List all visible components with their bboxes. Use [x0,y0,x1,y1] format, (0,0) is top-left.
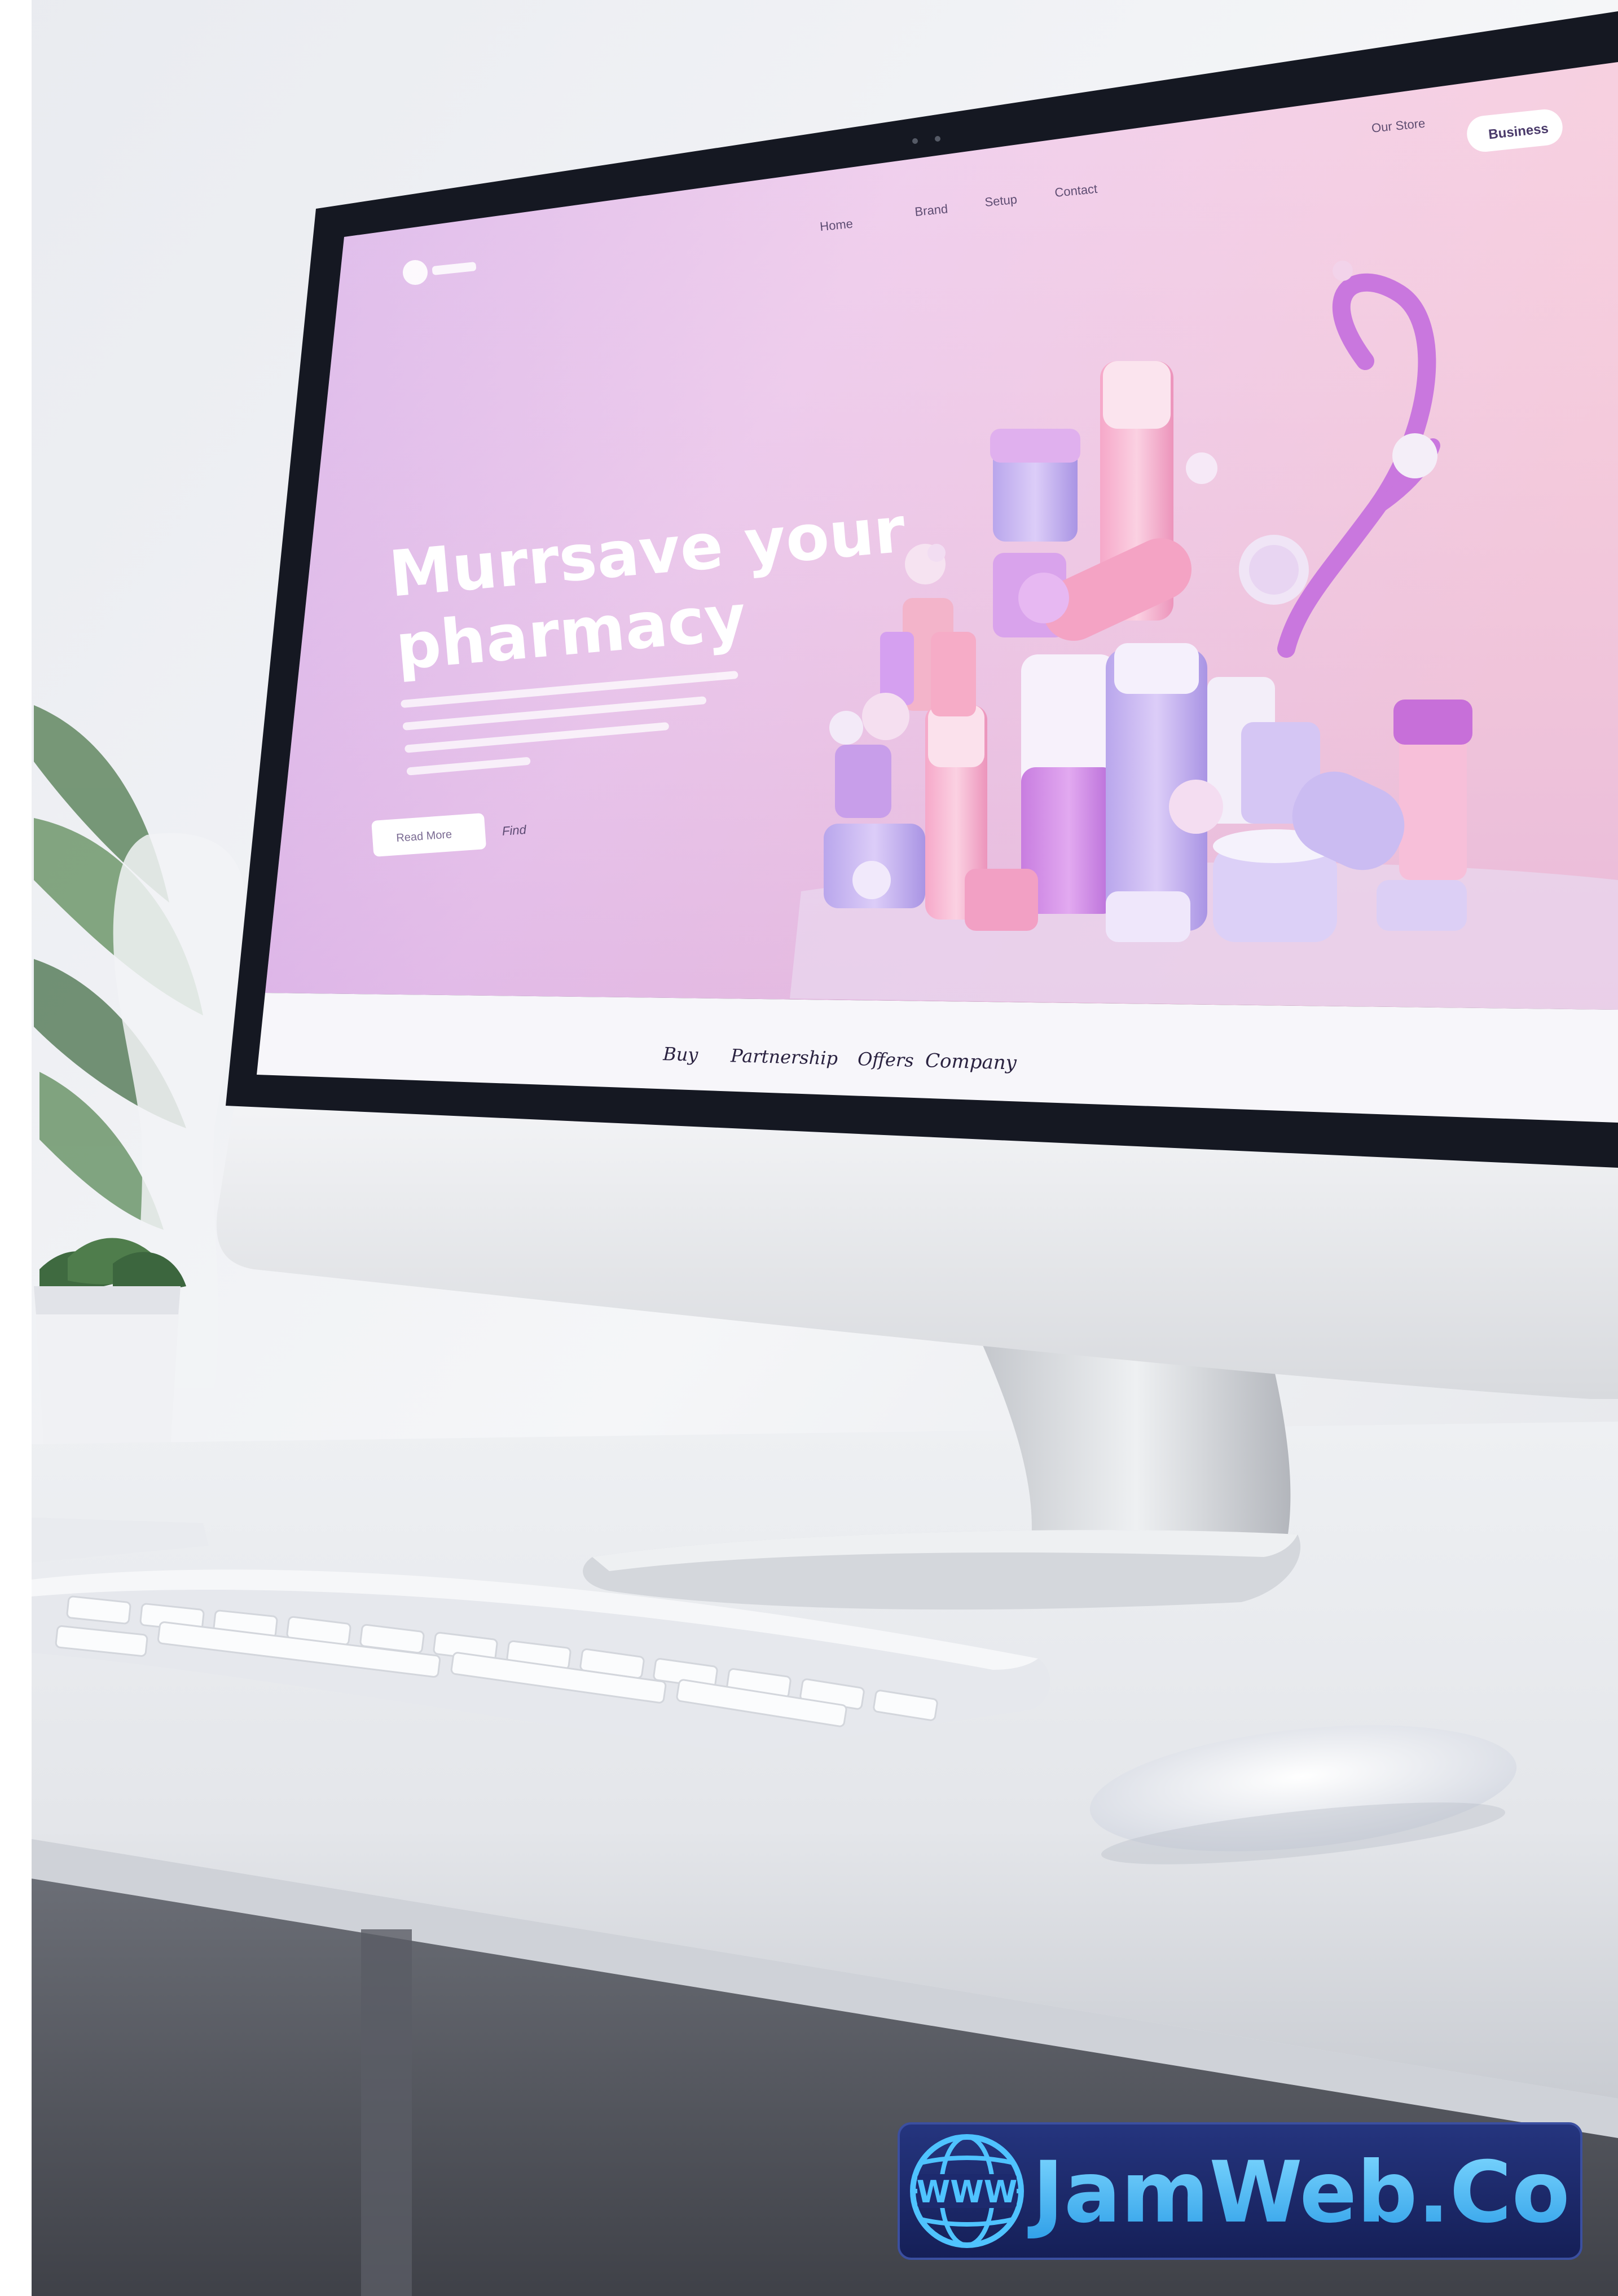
desk-scene: Home Brand Setup Contact Our Store Busin… [0,0,1618,2296]
jamweb-watermark[interactable]: WWW JamWeb.Co [898,2122,1582,2260]
left-margin-strip [0,0,32,2296]
site-logo-icon [403,260,428,285]
globe-label: WWW [917,2174,1018,2210]
bottom-nav-link[interactable]: Partnership [730,1045,838,1069]
webcam [912,138,918,144]
watermark-brand: JamWeb.Co [1027,2144,1570,2242]
find-link[interactable]: Find [502,822,527,838]
bottom-nav-link[interactable]: Company [925,1049,1018,1074]
bottom-nav-link[interactable]: Buy [662,1043,699,1066]
bottom-nav-link[interactable]: Offers [858,1048,914,1071]
desk-leg [361,1929,412,2296]
potted-plant [34,1238,186,1467]
